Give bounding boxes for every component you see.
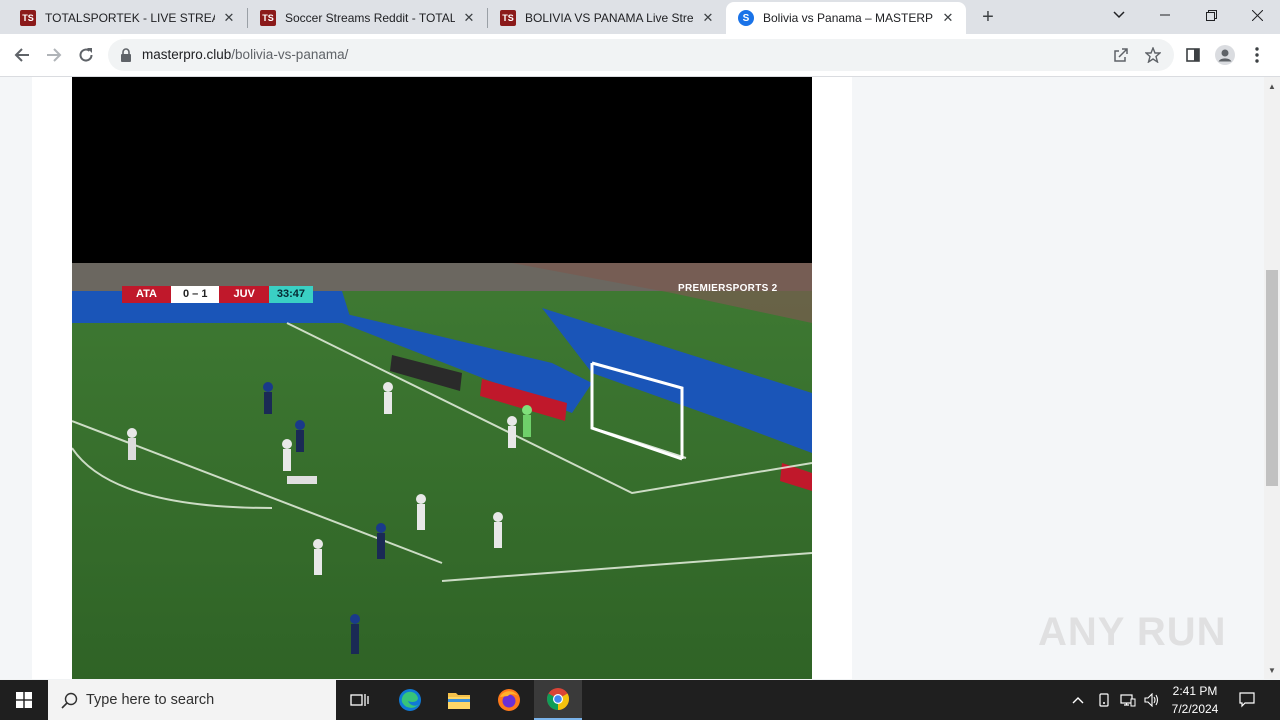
notifications-button[interactable] [1234,680,1260,720]
side-panel-button[interactable] [1182,44,1204,66]
show-hidden-icons-button[interactable] [1068,680,1088,720]
start-button[interactable] [0,680,48,720]
tab-title: Soccer Streams Reddit - TOTALSP [285,11,455,25]
tab-soccer-streams-reddit[interactable]: TS Soccer Streams Reddit - TOTALSP ✕ [248,8,488,28]
scroll-up-icon[interactable]: ▲ [1264,79,1280,93]
search-icon [61,692,78,709]
close-window-button[interactable] [1234,0,1280,30]
forward-button[interactable] [42,43,66,67]
share-button[interactable] [1112,46,1130,64]
minimize-icon [1160,14,1170,16]
tab-masterpro[interactable]: S Bolivia vs Panama – MASTERPRO ✕ [726,2,966,34]
network-button[interactable] [1117,680,1139,720]
new-tab-button[interactable]: + [978,6,998,29]
tab-title: Bolivia vs Panama – MASTERPRO [763,11,934,25]
url-host: masterpro.club [142,47,232,62]
chrome-taskbar-button[interactable] [534,680,582,720]
totalsportek-favicon-icon: TS [20,10,36,26]
clock-time: 2:41 PM [1172,684,1218,698]
lock-icon[interactable] [120,48,132,62]
avatar-icon [1215,45,1235,65]
task-view-icon [350,694,369,706]
edge-icon [399,689,421,711]
tab-title: BOLIVIA VS PANAMA Live Stream [525,11,694,25]
tray-device-button[interactable] [1094,680,1114,720]
back-button[interactable] [10,43,34,67]
totalsportek-favicon-icon: TS [260,10,276,26]
tab-title: TOTALSPORTEK - LIVE STREAMS [45,11,215,25]
match-clock: 33:47 [268,286,313,303]
masterpro-favicon-icon: S [738,10,754,26]
anyrun-watermark: ANY RUN [1038,610,1227,654]
tab-search-button[interactable] [1096,0,1142,30]
match-score: 0 – 1 [170,286,220,303]
menu-button[interactable] [1246,44,1268,66]
browser-toolbar: masterpro.club/bolivia-vs-panama/ [0,34,1280,77]
away-team: JUV [219,286,269,303]
url-text: masterpro.club/bolivia-vs-panama/ [142,47,348,62]
address-bar[interactable]: masterpro.club/bolivia-vs-panama/ [108,39,1174,71]
tab-bolivia-vs-panama-stream[interactable]: TS BOLIVIA VS PANAMA Live Stream ✕ [488,8,726,28]
scrollbar-thumb[interactable] [1266,270,1278,486]
close-tab-icon[interactable]: ✕ [461,10,477,26]
clock-date: 7/2/2024 [1171,702,1219,716]
soccer-pitch-frame [72,263,812,679]
bookmark-button[interactable] [1144,46,1162,64]
folder-icon [448,693,470,709]
file-explorer-taskbar-button[interactable] [435,680,483,720]
firefox-taskbar-button[interactable] [485,680,533,720]
home-team: ATA [122,286,171,303]
taskbar-search-box[interactable]: Type here to search [48,680,336,720]
speaker-icon [1144,693,1159,707]
arrow-right-icon [47,48,62,62]
network-icon [1120,694,1136,707]
totalsportek-favicon-icon: TS [500,10,516,26]
broadcaster-logo: PREMIERSPORTS 2 [678,283,778,294]
scroll-down-icon[interactable]: ▼ [1264,663,1280,677]
video-letterbox[interactable] [72,77,812,263]
star-icon [1145,47,1161,63]
page-scrollbar[interactable]: ▲ ▼ [1264,77,1280,679]
notification-icon [1239,692,1255,708]
firefox-icon [498,689,520,711]
content-column: ATA 0 – 1 JUV 33:47 PREMIERSPORTS 2 [32,77,852,679]
side-panel-icon [1186,48,1200,62]
chevron-down-icon [1113,11,1125,19]
chevron-up-icon [1072,697,1084,704]
scoreboard: ATA 0 – 1 JUV 33:47 [122,286,313,303]
video-player[interactable]: ATA 0 – 1 JUV 33:47 PREMIERSPORTS 2 [72,263,812,679]
reload-button[interactable] [74,43,98,67]
taskbar-clock[interactable]: 2:41 PM 7/2/2024 [1160,682,1230,718]
windows-taskbar: Type here to search 2:41 PM 7/2/2024 [0,680,1280,720]
task-view-button[interactable] [336,680,384,720]
close-tab-icon[interactable]: ✕ [940,10,956,26]
close-icon [1251,9,1263,21]
page-viewport: ATA 0 – 1 JUV 33:47 PREMIERSPORTS 2 [0,77,1264,679]
search-placeholder: Type here to search [86,692,215,708]
restore-icon [1205,9,1217,21]
tab-totalsportek[interactable]: TS TOTALSPORTEK - LIVE STREAMS ✕ [8,8,248,28]
device-icon [1099,693,1109,707]
windows-logo-icon [16,692,32,708]
profile-button[interactable] [1214,44,1236,66]
restore-button[interactable] [1188,0,1234,30]
arrow-left-icon [14,48,29,62]
share-icon [1114,48,1128,62]
url-path: /bolivia-vs-panama/ [231,47,349,62]
minimize-button[interactable] [1142,0,1188,30]
close-tab-icon[interactable]: ✕ [700,10,716,26]
reload-icon [79,48,93,62]
chrome-icon [547,688,569,710]
edge-taskbar-button[interactable] [386,680,434,720]
close-tab-icon[interactable]: ✕ [221,10,237,26]
tab-strip: TS TOTALSPORTEK - LIVE STREAMS ✕ TS Socc… [0,0,1280,34]
more-vertical-icon [1255,47,1259,63]
